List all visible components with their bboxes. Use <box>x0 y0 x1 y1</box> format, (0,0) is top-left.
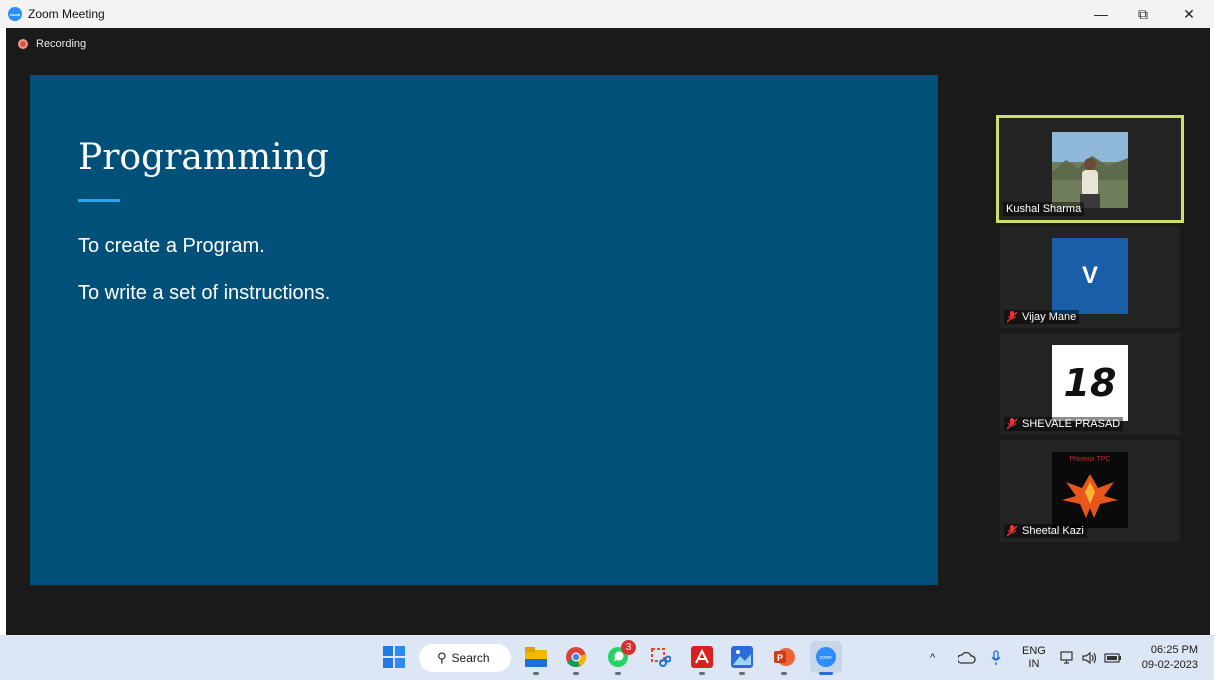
acrobat-icon[interactable] <box>688 643 716 675</box>
svg-text:zoom: zoom <box>820 655 832 661</box>
taskbar-search[interactable]: ⚲ Search <box>419 644 511 672</box>
meeting-area: Recording Programming To create a Progra… <box>6 28 1210 635</box>
participant-name: Sheetal Kazi <box>1004 524 1087 538</box>
onedrive-icon[interactable] <box>958 635 976 680</box>
participant-name: Kushal Sharma <box>1003 202 1085 216</box>
participant-avatar: V <box>1052 238 1128 314</box>
language-indicator[interactable]: ENG IN <box>1022 635 1046 680</box>
phoenix-logo-icon <box>1062 474 1118 518</box>
participant-photo <box>1052 132 1128 208</box>
taskbar: ⚲ Search 3 P zoom ^ ENG IN 06:25 PM 09-0… <box>0 635 1214 680</box>
slide-title: Programming <box>78 137 329 178</box>
participant-tile[interactable]: V Vijay Mane <box>1000 226 1180 328</box>
svg-text:P: P <box>777 653 783 663</box>
recording-label: Recording <box>36 38 87 50</box>
minimize-button[interactable]: — <box>1078 0 1124 28</box>
participant-tile[interactable]: 18 SHEVALE PRASAD <box>1000 333 1180 435</box>
restore-button[interactable]: ⧉ <box>1120 0 1166 28</box>
participant-avatar: 18 <box>1052 345 1128 421</box>
file-explorer-icon[interactable] <box>522 643 550 675</box>
battery-icon[interactable] <box>1104 635 1122 680</box>
slide-line: To write a set of instructions. <box>78 282 331 304</box>
network-icon[interactable] <box>1060 635 1076 680</box>
photos-icon[interactable] <box>728 643 756 675</box>
chrome-icon[interactable] <box>562 643 590 675</box>
participant-tile[interactable]: Kushal Sharma <box>996 115 1184 223</box>
clock-time: 06:25 PM <box>1150 643 1198 656</box>
mic-muted-icon <box>1007 418 1017 430</box>
powerpoint-icon[interactable]: P <box>770 643 798 675</box>
zoom-logo-icon: zoom <box>8 7 22 21</box>
notification-badge: 3 <box>621 640 636 655</box>
clock-date: 09-02-2023 <box>1141 658 1198 671</box>
zoom-taskbar-icon[interactable]: zoom <box>810 641 842 675</box>
shared-slide: Programming To create a Program. To writ… <box>30 75 938 585</box>
participant-avatar: Phoenix TPC <box>1052 452 1128 528</box>
mic-muted-icon <box>1007 311 1017 323</box>
search-label: Search <box>451 651 490 665</box>
recording-icon <box>18 39 28 49</box>
search-icon: ⚲ <box>437 650 447 665</box>
tray-chevron-icon[interactable]: ^ <box>930 635 935 680</box>
whatsapp-icon[interactable]: 3 <box>604 640 636 675</box>
snipping-tool-icon[interactable] <box>646 643 674 671</box>
close-button[interactable]: ✕ <box>1166 0 1212 28</box>
participant-name: Vijay Mane <box>1004 310 1080 324</box>
window-title: Zoom Meeting <box>28 7 105 21</box>
mic-muted-icon <box>1007 525 1017 537</box>
microphone-icon[interactable] <box>990 635 1002 680</box>
slide-accent-line <box>78 199 120 202</box>
volume-icon[interactable] <box>1082 635 1098 680</box>
clock[interactable]: 06:25 PM 09-02-2023 <box>1136 635 1198 680</box>
participant-name: SHEVALE PRASAD <box>1004 417 1124 431</box>
participant-tile[interactable]: Phoenix TPC Sheetal Kazi <box>1000 440 1180 542</box>
recording-indicator[interactable]: Recording <box>18 38 86 50</box>
windows-start-icon[interactable] <box>380 643 408 671</box>
title-bar: zoom Zoom Meeting — ⧉ ✕ <box>0 0 1214 28</box>
slide-line: To create a Program. <box>78 235 265 257</box>
